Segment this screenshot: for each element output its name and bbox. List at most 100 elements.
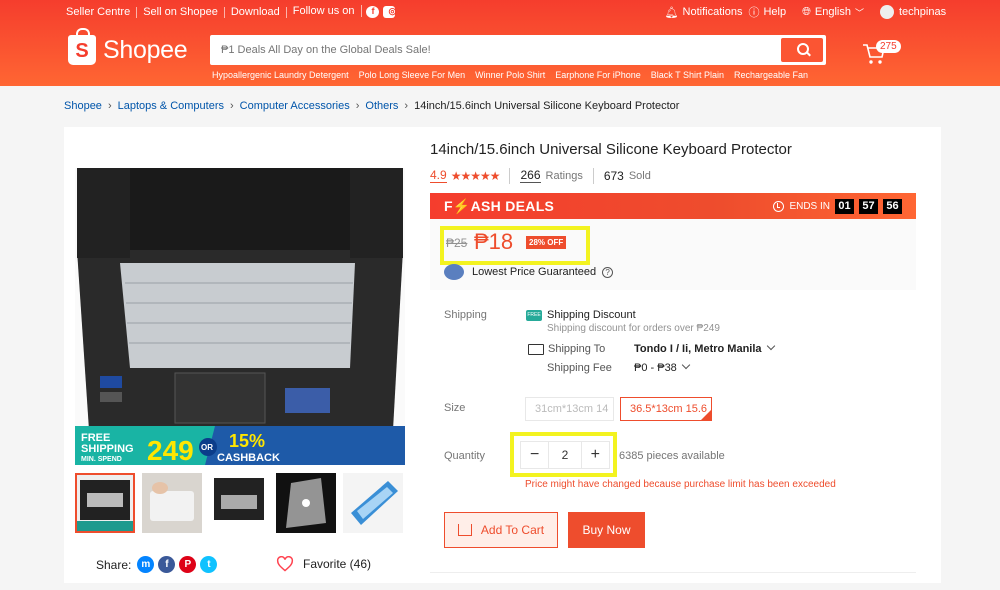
search-hints: Hypoallergenic Laundry Detergent Polo Lo… — [212, 70, 818, 80]
follow-us: Follow us on f ◎ — [287, 5, 401, 18]
chevron-down-icon — [681, 360, 691, 370]
laptop-image: FREE SHIPPING MIN. SPEND 249 OR 15% CASH… — [75, 168, 405, 465]
truck-icon — [528, 343, 544, 355]
shopee-logo[interactable]: S Shopee — [68, 28, 188, 65]
help-label: Help — [763, 6, 787, 18]
banner-percent: 15% — [229, 431, 265, 451]
flash-deals-bar: F⚡ASH DEALS ENDS IN 01 57 56 — [430, 193, 916, 219]
size-option-15-6[interactable]: 36.5*13cm 15.6 — [620, 397, 712, 421]
shipping-location: Tondo I / Ii, Metro Manila — [634, 343, 762, 355]
price-highlight-box — [440, 226, 590, 265]
thumbnail-1[interactable] — [75, 473, 135, 533]
breadcrumb-accessories[interactable]: Computer Accessories — [240, 100, 350, 112]
top-navbar: Seller Centre Sell on Shopee Download Fo… — [66, 4, 1000, 20]
thumbnail-strip — [75, 473, 405, 533]
search-hint[interactable]: Polo Long Sleeve For Men — [359, 70, 466, 80]
search-hint[interactable]: Rechargeable Fan — [734, 70, 808, 80]
increase-button[interactable]: + — [582, 442, 609, 468]
help-link[interactable]: ⓘ Help — [748, 4, 786, 20]
favorite-button[interactable]: Favorite (46) — [276, 556, 371, 572]
ratings-count[interactable]: 266 — [520, 169, 541, 183]
search-bar — [210, 35, 826, 65]
globe-icon: 🌐︎ — [802, 5, 811, 18]
search-hint[interactable]: Earphone For iPhone — [555, 70, 641, 80]
question-icon[interactable]: ? — [602, 266, 614, 278]
free-shipping-icon: FREE — [526, 309, 542, 321]
thumbnail-2[interactable] — [142, 473, 202, 533]
quantity-input[interactable]: 2 — [548, 442, 582, 468]
rating-score[interactable]: 4.9 — [430, 169, 447, 183]
favorite-label: Favorite (46) — [303, 557, 372, 571]
pinterest-icon[interactable]: P — [179, 556, 197, 573]
product-title: 14inch/15.6inch Universal Silicone Keybo… — [430, 141, 792, 158]
help-icon: ⓘ — [748, 7, 760, 19]
countdown: ENDS IN 01 57 56 — [773, 198, 902, 214]
timer-seconds: 56 — [883, 198, 902, 214]
chevron-down-icon — [766, 341, 775, 351]
seller-centre-link[interactable]: Seller Centre — [66, 6, 138, 18]
facebook-share-icon[interactable]: f — [158, 556, 176, 573]
thumbnail-3[interactable] — [209, 473, 269, 533]
shipping-discount: FREE Shipping Discount — [526, 309, 636, 321]
twitter-icon[interactable]: t — [200, 556, 218, 573]
guarantee-badge-icon — [444, 264, 464, 280]
facebook-icon[interactable]: f — [365, 6, 379, 18]
ratings-label: Ratings — [545, 170, 583, 182]
cart-plus-icon — [457, 524, 472, 536]
follow-us-label: Follow us on — [292, 5, 362, 17]
shopee-bag-icon: S — [68, 28, 96, 65]
bell-icon: 🔔︎ — [664, 6, 679, 19]
star-icons: ★★★★★ — [450, 169, 501, 183]
breadcrumb-laptops[interactable]: Laptops & Computers — [118, 100, 224, 112]
instagram-icon[interactable]: ◎ — [382, 6, 396, 18]
thumbnail-4[interactable] — [276, 473, 336, 533]
add-to-cart-label: Add To Cart — [480, 523, 545, 537]
avatar — [880, 5, 894, 19]
clock-icon — [773, 200, 785, 212]
search-hint[interactable]: Hypoallergenic Laundry Detergent — [212, 70, 349, 80]
chevron-down-icon: ﹀ — [854, 7, 864, 18]
sold-label: Sold — [628, 170, 651, 182]
shipping-fee-dropdown[interactable]: ₱0 - ₱38 — [634, 360, 691, 374]
chevron-right-icon: › — [107, 100, 112, 112]
chevron-right-icon: › — [404, 100, 409, 112]
shipping-to: Shipping To — [528, 343, 605, 355]
sold-count: 673 — [603, 169, 624, 183]
shipping-fee: ₱0 - ₱38 — [634, 362, 677, 374]
decrease-button[interactable]: − — [521, 442, 548, 468]
breadcrumb-home[interactable]: Shopee — [64, 100, 102, 112]
language-selector[interactable]: 🌐︎ English ﹀ — [802, 6, 864, 19]
shipping-location-dropdown[interactable]: Tondo I / Ii, Metro Manila — [634, 341, 775, 355]
sell-on-shopee-link[interactable]: Sell on Shopee — [137, 6, 225, 18]
banner-or-text: OR — [201, 443, 213, 452]
user-account[interactable]: techpinas — [880, 5, 1000, 19]
search-hint[interactable]: Winner Polo Shirt — [475, 70, 545, 80]
messenger-icon[interactable]: m — [137, 556, 155, 573]
purchase-limit-warning: Price might have changed because purchas… — [525, 479, 836, 490]
thumbnail-5[interactable] — [343, 473, 403, 533]
download-link[interactable]: Download — [225, 6, 287, 18]
shipping-discount-sub: Shipping discount for orders over ₱249 — [547, 323, 720, 334]
search-input[interactable] — [213, 44, 781, 56]
ends-in-label: ENDS IN — [789, 200, 830, 212]
quantity-label: Quantity — [444, 450, 485, 462]
buy-now-button[interactable]: Buy Now — [568, 512, 645, 548]
size-label: Size — [444, 402, 466, 414]
search-hint[interactable]: Black T Shirt Plain — [651, 70, 724, 80]
divider — [592, 168, 594, 184]
username: techpinas — [899, 6, 947, 18]
ratings-row: 4.9 ★★★★★ 266 Ratings 673 Sold — [430, 168, 651, 184]
product-main-image[interactable]: FREE SHIPPING MIN. SPEND 249 OR 15% CASH… — [75, 168, 405, 465]
search-button[interactable] — [781, 38, 823, 62]
flash-deals-label: F⚡ASH DEALS — [444, 197, 555, 214]
notifications-link[interactable]: 🔔︎ Notifications — [665, 6, 743, 19]
divider-line — [430, 572, 916, 573]
shipping-to-label: Shipping To — [548, 343, 606, 355]
add-to-cart-button[interactable]: Add To Cart — [444, 512, 558, 548]
chevron-right-icon: › — [355, 100, 360, 112]
breadcrumb-others[interactable]: Others — [365, 100, 398, 112]
lowest-price-guarantee: Lowest Price Guaranteed ? — [444, 264, 614, 280]
size-option-14[interactable]: 31cm*13cm 14 — [525, 397, 614, 421]
shipping-fee-label: Shipping Fee — [547, 362, 612, 374]
lowest-price-label: Lowest Price Guaranteed — [472, 266, 597, 278]
